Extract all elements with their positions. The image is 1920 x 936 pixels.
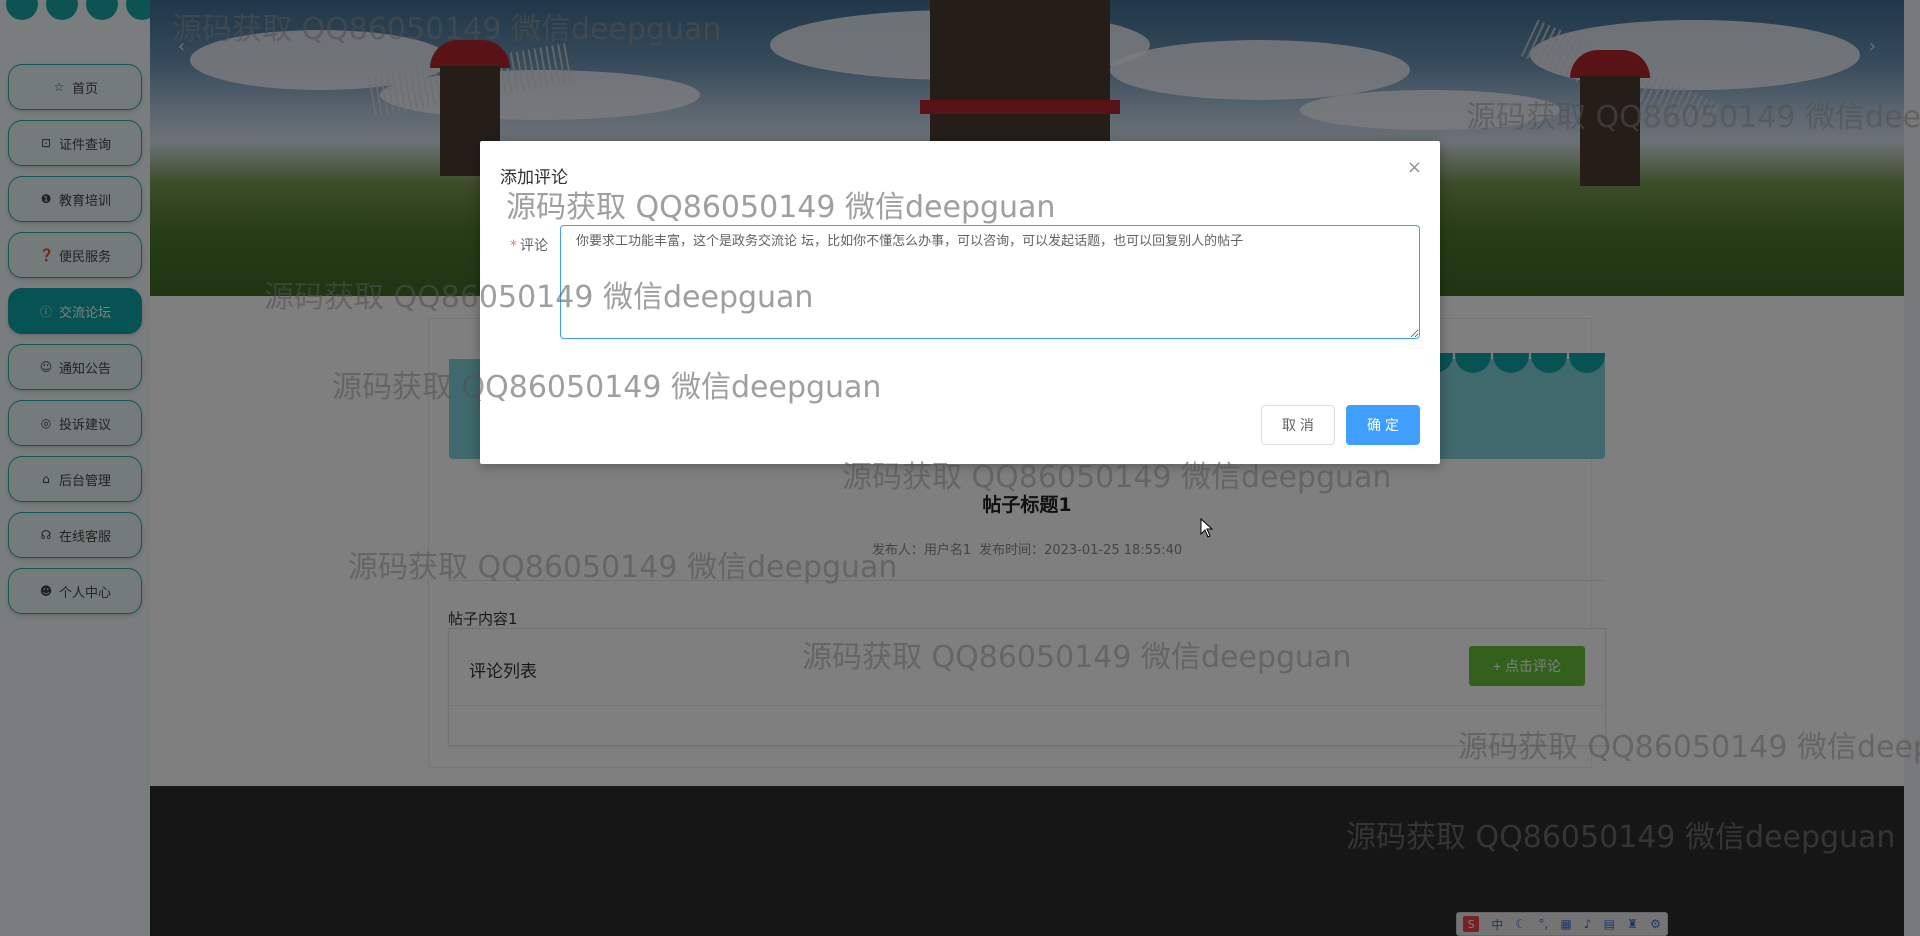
- cancel-button[interactable]: 取 消: [1261, 405, 1335, 445]
- confirm-button[interactable]: 确 定: [1346, 405, 1420, 445]
- required-mark: *: [510, 238, 517, 254]
- comment-field-label-text: 评论: [520, 238, 548, 254]
- comment-textarea[interactable]: 你要求工功能丰富，这个是政务交流论 坛，比如你不懂怎么办事，可以咨询，可以发起话…: [560, 225, 1420, 339]
- comment-field-label: * 评论: [510, 235, 548, 255]
- mouse-cursor-icon: [1200, 518, 1214, 538]
- add-comment-dialog: 添加评论 × * 评论 你要求工功能丰富，这个是政务交流论 坛，比如你不懂怎么办事…: [480, 141, 1440, 464]
- dialog-title: 添加评论: [500, 168, 568, 188]
- close-icon[interactable]: ×: [1407, 157, 1422, 178]
